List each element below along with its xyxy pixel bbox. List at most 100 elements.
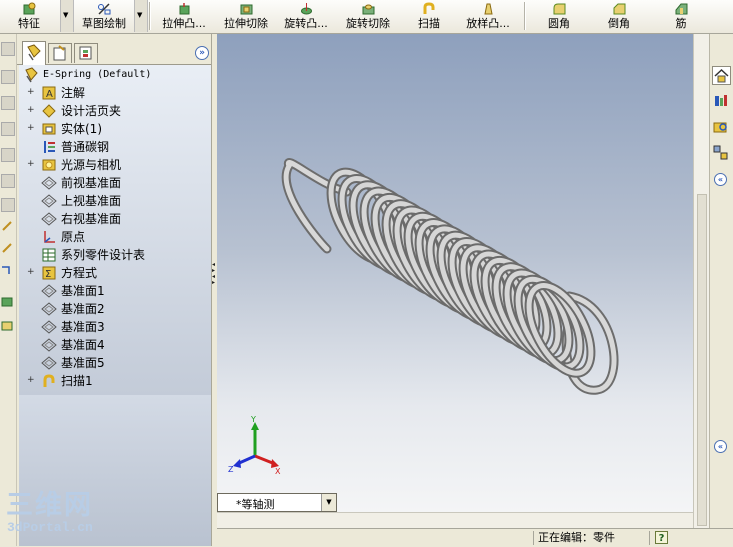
scrollbar-thumb[interactable] <box>697 194 707 526</box>
chamfer-button[interactable]: 倒角 <box>600 0 638 32</box>
extruded-boss-label: 拉伸凸... <box>162 17 206 30</box>
home-icon <box>714 68 729 83</box>
pencil-icon[interactable] <box>1 220 13 232</box>
expand-icon[interactable]: + <box>27 160 35 169</box>
tree-item[interactable]: 基准面4 <box>19 336 209 354</box>
tab-features[interactable]: 特征 <box>8 0 50 32</box>
tree-item[interactable]: + A 注解 <box>19 84 209 102</box>
revolved-cut-button[interactable]: 旋转切除 <box>341 0 395 32</box>
horizontal-scrollbar[interactable] <box>217 512 693 528</box>
expand-task-pane-button[interactable]: « <box>714 173 727 186</box>
tab-view-palette[interactable] <box>712 144 731 163</box>
strip-tool-icon[interactable] <box>1 96 15 110</box>
tree-item[interactable]: 基准面3 <box>19 318 209 336</box>
sweep-button[interactable]: 扫描 <box>412 0 446 32</box>
strip-tool-icon[interactable] <box>1 42 15 56</box>
chevron-down-icon[interactable]: ▼ <box>321 494 336 511</box>
command-manager: 特征 ▼ 草图绘制 ▼ 拉伸凸... 拉伸切除 旋转凸... 旋转切除 扫描 放… <box>0 0 733 34</box>
revolved-cut-icon <box>362 4 374 15</box>
feature-tree: E-Spring (Default) + A 注解 + 设计活页夹 + 实体(1) 普通碳钢 +… <box>19 65 211 424</box>
smart-dimension-icon[interactable] <box>1 264 13 276</box>
chamfer-icon <box>613 3 625 15</box>
strip-tool-icon[interactable] <box>1 122 15 136</box>
tree-item[interactable]: 普通碳钢 <box>19 138 209 156</box>
tree-item-label: 基准面1 <box>61 284 105 298</box>
tree-item[interactable]: + 实体(1) <box>19 120 209 138</box>
component-icon[interactable] <box>1 296 13 308</box>
coordinate-triad: Y X Z <box>228 415 281 476</box>
tree-item[interactable]: 前视基准面 <box>19 174 209 192</box>
tab-file-explorer[interactable] <box>712 118 731 137</box>
loft-button[interactable]: 放样凸... <box>459 0 517 32</box>
expand-icon[interactable]: + <box>27 268 35 277</box>
fillet-icon <box>553 3 565 15</box>
help-icon[interactable]: ? <box>655 531 668 544</box>
featuremanager-tab[interactable] <box>22 41 46 65</box>
strip-tool-icon[interactable] <box>1 148 15 162</box>
featuremanager-tab-icon <box>27 44 41 61</box>
tree-item[interactable]: 原点 <box>19 228 209 246</box>
file-explorer-icon <box>713 122 727 133</box>
tree-item[interactable]: 上视基准面 <box>19 192 209 210</box>
revolved-boss-icon <box>300 3 312 15</box>
fillet-label: 圆角 <box>548 17 570 30</box>
graphics-viewport[interactable]: Y X Z <box>217 34 693 512</box>
tree-item[interactable]: + 光源与相机 <box>19 156 209 174</box>
features-dropdown-button[interactable]: ▼ <box>60 0 74 32</box>
tab-sketch[interactable]: 草图绘制 <box>76 0 132 32</box>
chevron-down-icon: ▼ <box>137 11 143 19</box>
tab-design-library[interactable] <box>712 92 731 111</box>
configurationmanager-tab-icon <box>79 46 92 60</box>
tree-item[interactable]: 右视基准面 <box>19 210 209 228</box>
strip-tool-icon[interactable] <box>1 174 15 188</box>
tree-item[interactable]: 系列零件设计表 <box>19 246 209 264</box>
collapse-panel-button[interactable]: » <box>195 46 209 60</box>
tree-item[interactable]: 基准面1 <box>19 282 209 300</box>
sketch-icon <box>97 3 110 15</box>
features-icon <box>23 2 35 15</box>
panel-tabs: » <box>17 34 211 65</box>
tree-item[interactable]: + Σ 方程式 <box>19 264 209 282</box>
triad-z-label: Z <box>228 465 234 474</box>
spring-model[interactable]: Y X Z <box>217 34 693 512</box>
svg-text:Σ: Σ <box>45 269 51 280</box>
expand-icon[interactable]: + <box>27 88 35 97</box>
tree-item[interactable]: + 扫描1 <box>19 372 209 390</box>
view-orientation-value: *等轴测 <box>236 498 275 511</box>
view-orientation-select[interactable]: *等轴测 ▼ <box>217 493 337 512</box>
tree-item[interactable]: 基准面2 <box>19 300 209 318</box>
tree-item-label: 光源与相机 <box>61 158 122 172</box>
design-binder-icon <box>42 104 56 118</box>
propertymanager-tab[interactable] <box>48 43 72 63</box>
chamfer-label: 倒角 <box>608 17 630 30</box>
sketch-dropdown-button[interactable]: ▼ <box>134 0 148 32</box>
fillet-button[interactable]: 圆角 <box>540 0 578 32</box>
tree-item[interactable]: 基准面5 <box>19 354 209 372</box>
revolved-boss-button[interactable]: 旋转凸... <box>277 0 335 32</box>
expand-icon[interactable]: + <box>27 124 35 133</box>
triad-y-label: Y <box>250 415 256 424</box>
tree-root[interactable]: E-Spring (Default) <box>19 66 209 84</box>
strip-tool-icon[interactable] <box>1 198 15 212</box>
tree-item[interactable]: + 设计活页夹 <box>19 102 209 120</box>
extruded-cut-button[interactable]: 拉伸切除 <box>219 0 273 32</box>
strip-tool-icon[interactable] <box>1 70 15 84</box>
design-library-icon <box>715 95 727 106</box>
expand-icon[interactable]: + <box>27 376 35 385</box>
tab-solidworks-resources[interactable] <box>712 66 731 85</box>
extruded-cut-icon <box>240 4 252 15</box>
expand-icon[interactable]: + <box>27 106 35 115</box>
expand-task-pane-button[interactable]: « <box>714 440 727 453</box>
plane-icon <box>41 302 57 316</box>
plane-icon <box>41 212 57 226</box>
extruded-cut-label: 拉伸切除 <box>224 17 268 30</box>
toolbar-separator <box>524 2 526 30</box>
view-palette-icon <box>713 145 728 160</box>
rib-button[interactable]: 筋 <box>664 0 698 32</box>
extruded-boss-button[interactable]: 拉伸凸... <box>155 0 213 32</box>
component-icon[interactable] <box>1 320 13 332</box>
part-icon <box>25 67 38 83</box>
vertical-scrollbar[interactable] <box>693 34 710 528</box>
pencil-icon[interactable] <box>1 242 13 254</box>
configurationmanager-tab[interactable] <box>74 43 98 63</box>
